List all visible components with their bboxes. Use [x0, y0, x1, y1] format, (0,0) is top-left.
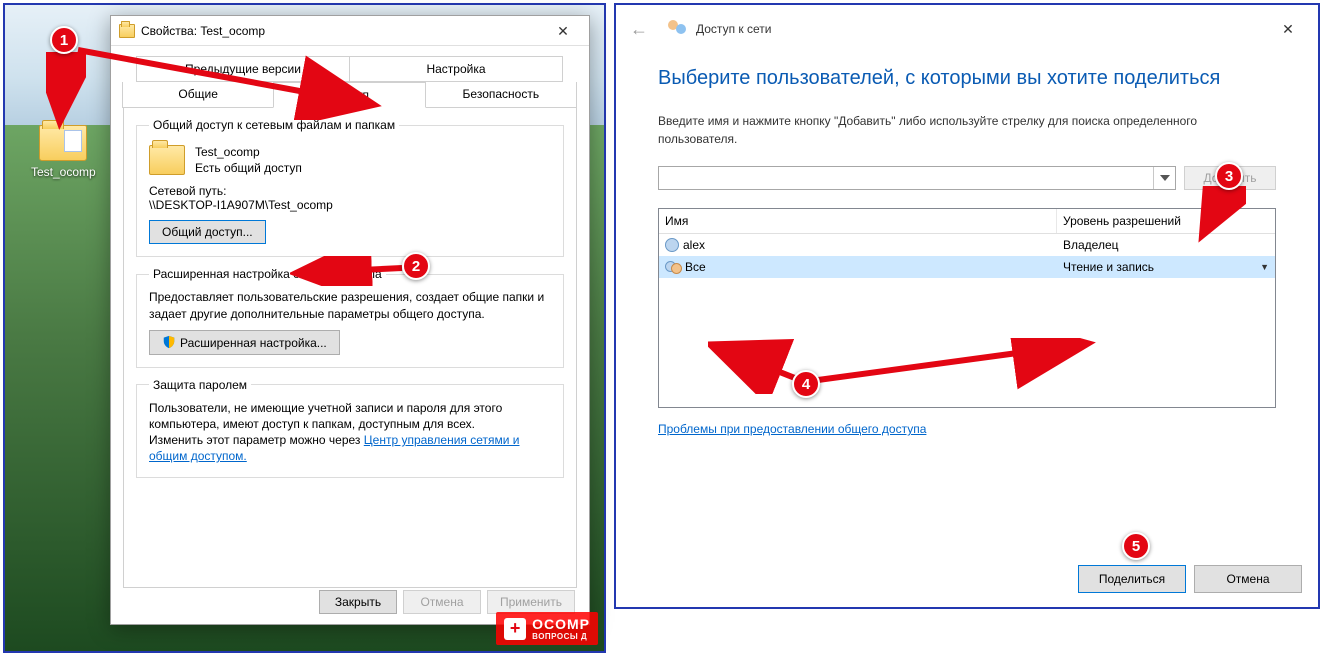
- network-body: Выберите пользователей, с которыми вы хо…: [616, 53, 1318, 436]
- column-permission[interactable]: Уровень разрешений: [1057, 209, 1275, 233]
- share-folder-name: Test_ocomp: [195, 144, 302, 160]
- share-button[interactable]: Общий доступ...: [149, 220, 266, 244]
- folder-icon: [119, 24, 135, 38]
- password-description: Пользователи, не имеющие учетной записи …: [149, 400, 551, 432]
- close-button[interactable]: ✕: [543, 16, 583, 46]
- close-dialog-button[interactable]: Закрыть: [319, 590, 397, 614]
- shield-icon: [162, 335, 176, 349]
- tabs-row-bottom: Общие Доступ Безопасность: [123, 82, 577, 108]
- row-permission: Чтение и запись: [1063, 260, 1154, 274]
- desktop-folder[interactable]: Test_ocomp: [31, 125, 95, 179]
- plus-icon: +: [504, 618, 526, 640]
- tabs-row-top: Предыдущие версии Настройка: [137, 56, 563, 82]
- advanced-description: Предоставляет пользовательские разрешени…: [149, 289, 551, 321]
- watermark: + OCOMP ВОПРОСЫ Д: [496, 612, 598, 645]
- network-heading: Выберите пользователей, с которыми вы хо…: [658, 67, 1276, 90]
- annotation-badge-3: 3: [1215, 162, 1243, 190]
- users-icon: [668, 20, 690, 38]
- cancel-button[interactable]: Отмена: [1194, 565, 1302, 593]
- tab-previous-versions[interactable]: Предыдущие версии: [136, 56, 350, 82]
- tab-security[interactable]: Безопасность: [425, 82, 577, 108]
- share-state: Есть общий доступ: [195, 160, 302, 176]
- group-legend: Защита паролем: [149, 378, 251, 392]
- watermark-brand: OCOMP: [532, 616, 590, 632]
- change-param-prefix: Изменить этот параметр можно через: [149, 433, 364, 447]
- cancel-dialog-button: Отмена: [403, 590, 481, 614]
- user-combobox[interactable]: [658, 166, 1176, 190]
- dialog-buttons: Закрыть Отмена Применить: [319, 590, 575, 614]
- folder-icon: [39, 125, 87, 161]
- annotation-badge-5: 5: [1122, 532, 1150, 560]
- group-legend: Расширенная настройка общего доступа: [149, 267, 386, 281]
- group-legend: Общий доступ к сетевым файлам и папкам: [149, 118, 399, 132]
- share-confirm-button[interactable]: Поделиться: [1078, 565, 1186, 593]
- close-button[interactable]: ✕: [1266, 14, 1310, 44]
- advanced-button-label: Расширенная настройка...: [180, 336, 327, 350]
- network-instruction: Введите имя и нажмите кнопку "Добавить" …: [658, 112, 1276, 148]
- network-access-window: ← Доступ к сети ✕ Выберите пользователей…: [614, 3, 1320, 609]
- properties-window: Свойства: Test_ocomp ✕ Предыдущие версии…: [110, 15, 590, 625]
- list-row[interactable]: alex Владелец: [659, 234, 1275, 256]
- chevron-down-icon[interactable]: [1153, 167, 1175, 189]
- left-screenshot-panel: Test_ocomp Свойства: Test_ocomp ✕ Предыд…: [3, 3, 606, 653]
- user-icon: [665, 238, 679, 252]
- network-header-title: Доступ к сети: [696, 22, 771, 36]
- window-title: Свойства: Test_ocomp: [141, 16, 543, 46]
- row-user-name: alex: [683, 238, 705, 252]
- network-path-label: Сетевой путь:: [149, 184, 551, 198]
- folder-icon: [149, 145, 185, 175]
- back-button: ←: [624, 14, 654, 44]
- advanced-settings-button[interactable]: Расширенная настройка...: [149, 330, 340, 355]
- annotation-badge-1: 1: [50, 26, 78, 54]
- row-permission: Владелец: [1063, 238, 1119, 252]
- apply-dialog-button: Применить: [487, 590, 575, 614]
- tab-sharing[interactable]: Доступ: [273, 82, 425, 108]
- properties-titlebar: Свойства: Test_ocomp ✕: [111, 16, 589, 46]
- chevron-down-icon[interactable]: ▼: [1260, 262, 1269, 272]
- group-icon: [665, 260, 681, 274]
- password-protection-group: Защита паролем Пользователи, не имеющие …: [136, 378, 564, 478]
- list-row[interactable]: Все Чтение и запись ▼: [659, 256, 1275, 278]
- column-name[interactable]: Имя: [659, 209, 1057, 233]
- properties-body: Общий доступ к сетевым файлам и папкам T…: [123, 108, 577, 588]
- row-user-name: Все: [685, 260, 706, 274]
- network-share-group: Общий доступ к сетевым файлам и папкам T…: [136, 118, 564, 257]
- users-list: Имя Уровень разрешений alex Владелец Все: [658, 208, 1276, 408]
- troubleshoot-link[interactable]: Проблемы при предоставлении общего досту…: [658, 422, 926, 436]
- annotation-badge-2: 2: [402, 252, 430, 280]
- desktop-folder-label: Test_ocomp: [31, 165, 95, 179]
- tab-general[interactable]: Общие: [122, 82, 274, 108]
- network-path-value: \\DESKTOP-I1A907M\Test_ocomp: [149, 198, 551, 212]
- advanced-share-group: Расширенная настройка общего доступа Пре…: [136, 267, 564, 367]
- annotation-badge-4: 4: [792, 370, 820, 398]
- tab-customize[interactable]: Настройка: [349, 56, 563, 82]
- watermark-sub: ВОПРОСЫ Д: [532, 632, 590, 641]
- network-footer: Поделиться Отмена: [1078, 565, 1302, 593]
- network-header: ← Доступ к сети ✕: [616, 5, 1318, 53]
